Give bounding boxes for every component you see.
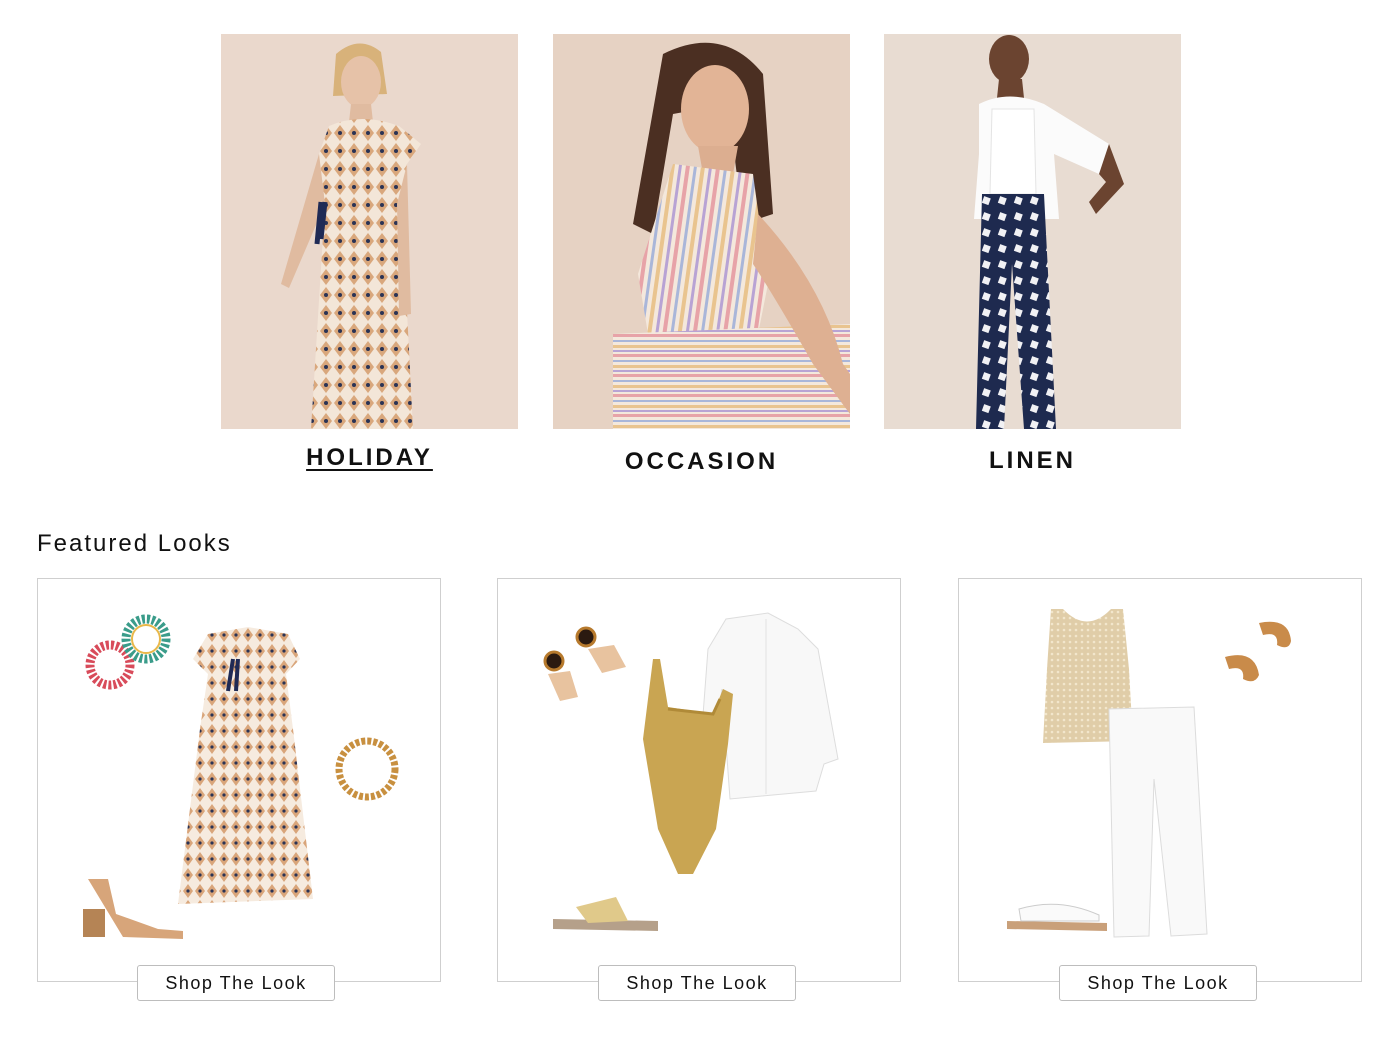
category-link-holiday[interactable]: HOLIDAY xyxy=(221,444,518,472)
shop-the-look-button-1[interactable]: Shop The Look xyxy=(137,965,335,1001)
look-card-2[interactable] xyxy=(497,578,901,982)
white-flat-sandals-image xyxy=(1007,903,1107,931)
gold-chain-bracelet-image xyxy=(335,737,399,801)
category-image-holiday[interactable] xyxy=(221,34,518,429)
tortoiseshell-drop-earrings-image xyxy=(543,626,626,701)
gold-hoop-earrings-image xyxy=(1225,621,1291,682)
category-image-linen[interactable] xyxy=(884,34,1181,429)
category-link-occasion[interactable]: OCCASION xyxy=(553,448,850,476)
look-card-3[interactable] xyxy=(958,578,1362,982)
printed-maxi-dress-image xyxy=(178,627,313,904)
block-heel-sandals-image xyxy=(83,879,183,939)
category-link-linen[interactable]: LINEN xyxy=(884,447,1181,475)
shop-the-look-button-2[interactable]: Shop The Look xyxy=(598,965,796,1001)
category-image-occasion[interactable] xyxy=(553,34,850,429)
featured-looks-heading: Featured Looks xyxy=(37,530,232,557)
look-card-1[interactable] xyxy=(37,578,441,982)
gold-slide-sandals-image xyxy=(553,897,658,931)
white-wide-leg-jeans-image xyxy=(1108,706,1208,938)
tassel-hoop-earrings-image xyxy=(85,614,171,690)
shop-the-look-button-3[interactable]: Shop The Look xyxy=(1059,965,1257,1001)
